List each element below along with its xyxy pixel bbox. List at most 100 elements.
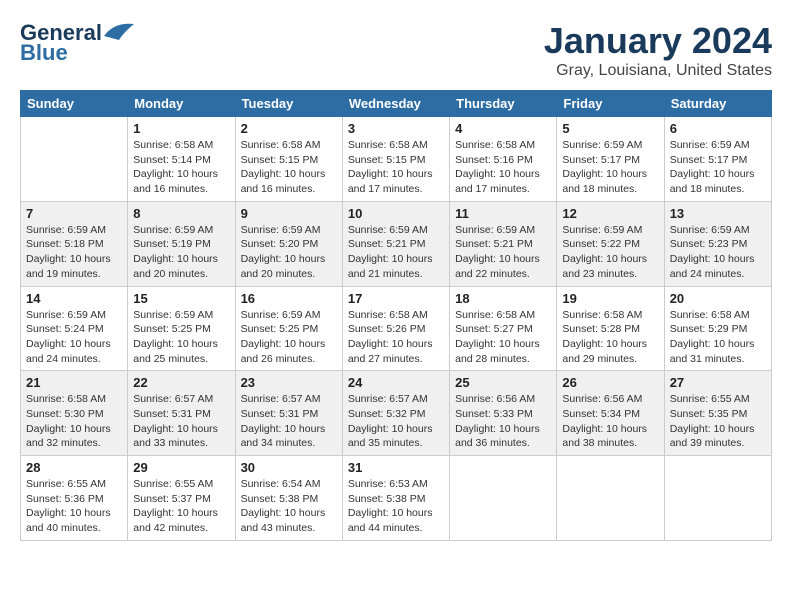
- day-number: 14: [26, 291, 122, 306]
- calendar-week-row: 14 Sunrise: 6:59 AM Sunset: 5:24 PM Dayli…: [21, 286, 772, 371]
- day-info: Sunrise: 6:59 AM Sunset: 5:23 PM Dayligh…: [670, 223, 766, 282]
- calendar-cell: 14 Sunrise: 6:59 AM Sunset: 5:24 PM Dayli…: [21, 286, 128, 371]
- calendar-cell: 4 Sunrise: 6:58 AM Sunset: 5:16 PM Daylig…: [450, 117, 557, 202]
- calendar-cell: 23Sunrise: 6:57 AM Sunset: 5:31 PM Dayli…: [235, 371, 342, 456]
- day-info: Sunrise: 6:56 AM Sunset: 5:34 PM Dayligh…: [562, 392, 658, 451]
- calendar-cell: 18 Sunrise: 6:58 AM Sunset: 5:27 PM Dayli…: [450, 286, 557, 371]
- day-number: 18: [455, 291, 551, 306]
- calendar-cell: 11 Sunrise: 6:59 AM Sunset: 5:21 PM Dayli…: [450, 201, 557, 286]
- calendar-cell: 27 Sunrise: 6:55 AM Sunset: 5:35 PM Dayli…: [664, 371, 771, 456]
- calendar-header-row: SundayMondayTuesdayWednesdayThursdayFrid…: [21, 91, 772, 117]
- day-info: Sunrise: 6:58 AM Sunset: 5:27 PM Dayligh…: [455, 308, 551, 367]
- day-info: Sunrise: 6:58 AM Sunset: 5:26 PM Dayligh…: [348, 308, 444, 367]
- calendar-cell: 7 Sunrise: 6:59 AM Sunset: 5:18 PM Daylig…: [21, 201, 128, 286]
- calendar-cell: 25Sunrise: 6:56 AM Sunset: 5:33 PM Dayli…: [450, 371, 557, 456]
- calendar-header-thursday: Thursday: [450, 91, 557, 117]
- day-number: 27: [670, 375, 766, 390]
- calendar-cell: 19Sunrise: 6:58 AM Sunset: 5:28 PM Dayli…: [557, 286, 664, 371]
- day-number: 24: [348, 375, 444, 390]
- logo-blue: Blue: [20, 40, 68, 66]
- title-area: January 2024 Gray, Louisiana, United Sta…: [544, 20, 772, 80]
- calendar-cell: 21 Sunrise: 6:58 AM Sunset: 5:30 PM Dayli…: [21, 371, 128, 456]
- calendar-header-wednesday: Wednesday: [342, 91, 449, 117]
- day-info: Sunrise: 6:59 AM Sunset: 5:20 PM Dayligh…: [241, 223, 337, 282]
- day-number: 3: [348, 121, 444, 136]
- day-info: Sunrise: 6:58 AM Sunset: 5:15 PM Dayligh…: [241, 138, 337, 197]
- day-info: Sunrise: 6:59 AM Sunset: 5:22 PM Dayligh…: [562, 223, 658, 282]
- calendar-cell: 1 Sunrise: 6:58 AM Sunset: 5:14 PM Daylig…: [128, 117, 235, 202]
- calendar-cell: 24 Sunrise: 6:57 AM Sunset: 5:32 PM Dayli…: [342, 371, 449, 456]
- day-number: 8: [133, 206, 229, 221]
- day-number: 6: [670, 121, 766, 136]
- day-number: 21: [26, 375, 122, 390]
- day-info: Sunrise: 6:58 AM Sunset: 5:30 PM Dayligh…: [26, 392, 122, 451]
- day-number: 10: [348, 206, 444, 221]
- calendar-week-row: 7 Sunrise: 6:59 AM Sunset: 5:18 PM Daylig…: [21, 201, 772, 286]
- calendar-cell: 8 Sunrise: 6:59 AM Sunset: 5:19 PM Daylig…: [128, 201, 235, 286]
- calendar-header-friday: Friday: [557, 91, 664, 117]
- calendar-table: SundayMondayTuesdayWednesdayThursdayFrid…: [20, 90, 772, 541]
- day-number: 4: [455, 121, 551, 136]
- calendar-header-tuesday: Tuesday: [235, 91, 342, 117]
- calendar-cell: 2 Sunrise: 6:58 AM Sunset: 5:15 PM Daylig…: [235, 117, 342, 202]
- calendar-cell: 29 Sunrise: 6:55 AM Sunset: 5:37 PM Dayli…: [128, 456, 235, 541]
- day-number: 26: [562, 375, 658, 390]
- day-info: Sunrise: 6:59 AM Sunset: 5:17 PM Dayligh…: [670, 138, 766, 197]
- day-info: Sunrise: 6:55 AM Sunset: 5:35 PM Dayligh…: [670, 392, 766, 451]
- day-number: 2: [241, 121, 337, 136]
- day-number: 31: [348, 460, 444, 475]
- calendar-week-row: 28 Sunrise: 6:55 AM Sunset: 5:36 PM Dayli…: [21, 456, 772, 541]
- day-info: Sunrise: 6:58 AM Sunset: 5:14 PM Dayligh…: [133, 138, 229, 197]
- day-info: Sunrise: 6:59 AM Sunset: 5:24 PM Dayligh…: [26, 308, 122, 367]
- calendar-cell: 26 Sunrise: 6:56 AM Sunset: 5:34 PM Dayli…: [557, 371, 664, 456]
- day-number: 7: [26, 206, 122, 221]
- day-number: 28: [26, 460, 122, 475]
- calendar-cell: 9Sunrise: 6:59 AM Sunset: 5:20 PM Daylig…: [235, 201, 342, 286]
- day-number: 15: [133, 291, 229, 306]
- day-info: Sunrise: 6:57 AM Sunset: 5:31 PM Dayligh…: [133, 392, 229, 451]
- calendar-week-row: 1 Sunrise: 6:58 AM Sunset: 5:14 PM Daylig…: [21, 117, 772, 202]
- day-number: 30: [241, 460, 337, 475]
- day-number: 13: [670, 206, 766, 221]
- calendar-cell: 10Sunrise: 6:59 AM Sunset: 5:21 PM Dayli…: [342, 201, 449, 286]
- main-title: January 2024: [544, 20, 772, 62]
- day-info: Sunrise: 6:57 AM Sunset: 5:32 PM Dayligh…: [348, 392, 444, 451]
- calendar-cell: 30 Sunrise: 6:54 AM Sunset: 5:38 PM Dayli…: [235, 456, 342, 541]
- calendar-cell: 31 Sunrise: 6:53 AM Sunset: 5:38 PM Dayli…: [342, 456, 449, 541]
- day-info: Sunrise: 6:59 AM Sunset: 5:25 PM Dayligh…: [133, 308, 229, 367]
- page-header: General Blue January 2024 Gray, Louisian…: [20, 20, 772, 80]
- day-number: 1: [133, 121, 229, 136]
- day-info: Sunrise: 6:59 AM Sunset: 5:19 PM Dayligh…: [133, 223, 229, 282]
- calendar-header-monday: Monday: [128, 91, 235, 117]
- calendar-cell: 5Sunrise: 6:59 AM Sunset: 5:17 PM Daylig…: [557, 117, 664, 202]
- day-number: 11: [455, 206, 551, 221]
- day-number: 5: [562, 121, 658, 136]
- calendar-cell: [450, 456, 557, 541]
- calendar-cell: [557, 456, 664, 541]
- day-info: Sunrise: 6:59 AM Sunset: 5:25 PM Dayligh…: [241, 308, 337, 367]
- day-number: 19: [562, 291, 658, 306]
- calendar-cell: 6 Sunrise: 6:59 AM Sunset: 5:17 PM Daylig…: [664, 117, 771, 202]
- calendar-cell: 12Sunrise: 6:59 AM Sunset: 5:22 PM Dayli…: [557, 201, 664, 286]
- calendar-cell: 16 Sunrise: 6:59 AM Sunset: 5:25 PM Dayli…: [235, 286, 342, 371]
- day-info: Sunrise: 6:54 AM Sunset: 5:38 PM Dayligh…: [241, 477, 337, 536]
- day-number: 16: [241, 291, 337, 306]
- day-number: 29: [133, 460, 229, 475]
- day-info: Sunrise: 6:56 AM Sunset: 5:33 PM Dayligh…: [455, 392, 551, 451]
- calendar-cell: [664, 456, 771, 541]
- logo: General Blue: [20, 20, 134, 66]
- calendar-cell: [21, 117, 128, 202]
- day-info: Sunrise: 6:58 AM Sunset: 5:16 PM Dayligh…: [455, 138, 551, 197]
- calendar-week-row: 21 Sunrise: 6:58 AM Sunset: 5:30 PM Dayli…: [21, 371, 772, 456]
- day-info: Sunrise: 6:58 AM Sunset: 5:15 PM Dayligh…: [348, 138, 444, 197]
- calendar-cell: 17Sunrise: 6:58 AM Sunset: 5:26 PM Dayli…: [342, 286, 449, 371]
- day-info: Sunrise: 6:55 AM Sunset: 5:37 PM Dayligh…: [133, 477, 229, 536]
- day-info: Sunrise: 6:55 AM Sunset: 5:36 PM Dayligh…: [26, 477, 122, 536]
- day-info: Sunrise: 6:59 AM Sunset: 5:18 PM Dayligh…: [26, 223, 122, 282]
- calendar-cell: 22Sunrise: 6:57 AM Sunset: 5:31 PM Dayli…: [128, 371, 235, 456]
- calendar-cell: 20Sunrise: 6:58 AM Sunset: 5:29 PM Dayli…: [664, 286, 771, 371]
- subtitle: Gray, Louisiana, United States: [544, 62, 772, 80]
- calendar-cell: 3 Sunrise: 6:58 AM Sunset: 5:15 PM Daylig…: [342, 117, 449, 202]
- day-info: Sunrise: 6:59 AM Sunset: 5:21 PM Dayligh…: [455, 223, 551, 282]
- day-info: Sunrise: 6:53 AM Sunset: 5:38 PM Dayligh…: [348, 477, 444, 536]
